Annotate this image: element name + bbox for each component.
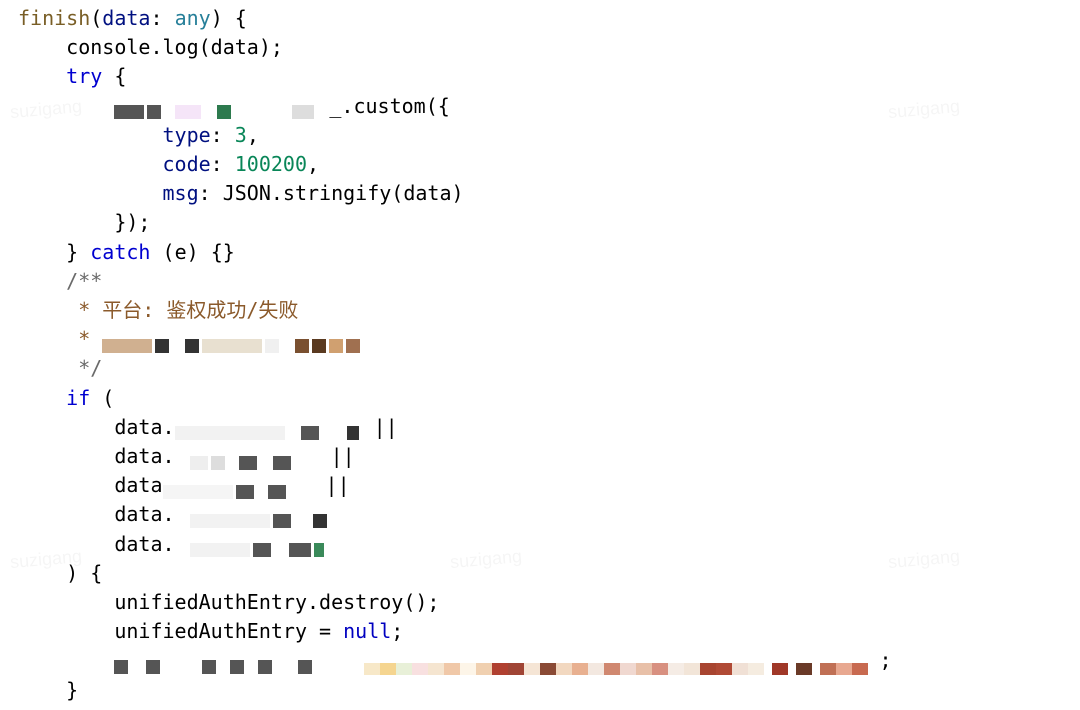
censored-block — [102, 332, 363, 346]
token-num: 100200 — [235, 152, 307, 176]
token-semi: ; — [391, 619, 403, 643]
token-data: data — [114, 473, 162, 497]
censored-block — [163, 478, 314, 492]
code-line-23: ; — [18, 646, 1062, 675]
code-line-4: _.custom({ — [18, 92, 1062, 121]
code-line-22: unifiedAuthEntry = null; — [18, 617, 1062, 646]
code-line-14: if ( — [18, 384, 1062, 413]
censored-block — [114, 98, 317, 112]
code-line-9: } catch (e) {} — [18, 238, 1062, 267]
token-comment-prefix: * — [66, 327, 102, 351]
code-line-21: unifiedAuthEntry.destroy(); — [18, 588, 1062, 617]
token-destroy: unifiedAuthEntry.destroy(); — [114, 590, 439, 614]
token-if: if — [66, 386, 90, 410]
token-num: 3 — [235, 123, 247, 147]
token-comment-cn: * 平台: 鉴权成功/失败 — [66, 298, 298, 322]
token-call: JSON.stringify(data) — [223, 181, 464, 205]
token-null: null — [343, 619, 391, 643]
token-try: try — [66, 64, 102, 88]
code-line-2: console.log(data); — [18, 33, 1062, 62]
token-data: data. — [114, 532, 174, 556]
code-line-3: try { — [18, 62, 1062, 91]
code-line-11: * 平台: 鉴权成功/失败 — [18, 296, 1062, 325]
code-line-1: finish(data: any) { — [18, 4, 1062, 33]
code-line-16: data. || — [18, 442, 1062, 471]
token-comment: /** — [66, 269, 102, 293]
token-close: ) { — [66, 561, 102, 585]
censored-block — [175, 419, 362, 433]
token-semi: ; — [880, 648, 892, 672]
code-line-10: /** — [18, 267, 1062, 296]
code-line-13: */ — [18, 354, 1062, 383]
token-comment: */ — [66, 356, 102, 380]
token-close: }); — [114, 210, 150, 234]
token-paren: ( — [90, 386, 114, 410]
code-line-17: data || — [18, 471, 1062, 500]
token-prop: code — [163, 152, 211, 176]
token-brace: { — [102, 64, 126, 88]
token-custom: .custom({ — [341, 94, 449, 118]
token-brace: } — [66, 678, 78, 702]
code-line-20: ) { — [18, 559, 1062, 588]
token-or: || — [362, 415, 398, 439]
token-finish: finish — [18, 6, 90, 30]
code-block: finish(data: any) { console.log(data); t… — [18, 4, 1062, 705]
token-data: data. — [114, 444, 174, 468]
censored-block — [175, 507, 330, 521]
token-console: console.log(data); — [66, 35, 283, 59]
code-line-8: }); — [18, 208, 1062, 237]
code-line-18: data. — [18, 500, 1062, 529]
code-line-19: data. — [18, 530, 1062, 559]
token-type: any — [175, 6, 211, 30]
token-prop: type — [163, 123, 211, 147]
token-param: data — [102, 6, 150, 30]
token-data: data. — [114, 415, 174, 439]
token-data: data. — [114, 502, 174, 526]
code-line-15: data. || — [18, 413, 1062, 442]
censored-block — [175, 449, 319, 463]
censored-block — [114, 653, 315, 667]
token-or: || — [314, 473, 350, 497]
color-strip — [364, 654, 868, 666]
token-assign: unifiedAuthEntry = — [114, 619, 343, 643]
code-line-7: msg: JSON.stringify(data) — [18, 179, 1062, 208]
code-line-6: code: 100200, — [18, 150, 1062, 179]
code-line-12: * — [18, 325, 1062, 354]
code-line-24: } — [18, 676, 1062, 705]
token-or: || — [319, 444, 355, 468]
censored-block — [175, 536, 327, 550]
code-line-5: type: 3, — [18, 121, 1062, 150]
token-prop: msg — [163, 181, 199, 205]
